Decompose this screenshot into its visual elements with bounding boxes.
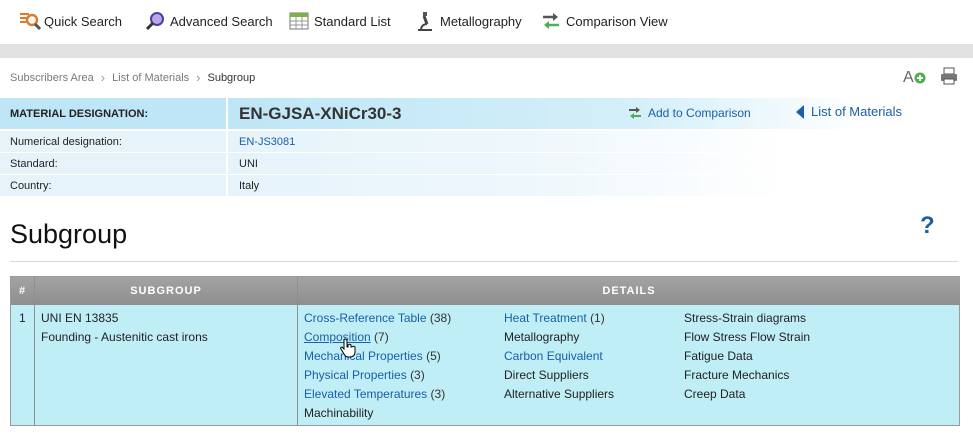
swap-arrows-icon bbox=[629, 107, 641, 119]
detail-item: Cross-Reference Table (38) bbox=[304, 309, 451, 328]
add-to-comparison-label: Add to Comparison bbox=[648, 106, 751, 120]
detail-item: Heat Treatment (1) bbox=[504, 309, 614, 328]
carbon-equivalent-link[interactable]: Carbon Equivalent bbox=[504, 349, 603, 363]
breadcrumb-current: Subgroup bbox=[207, 71, 256, 84]
designation-label: MATERIAL DESIGNATION: bbox=[0, 98, 226, 129]
hand-cursor-icon bbox=[340, 338, 356, 358]
physical-properties-link[interactable]: Physical Properties bbox=[304, 368, 407, 382]
subgroup-standard: UNI EN 13835 bbox=[41, 311, 119, 325]
page-title: Subgroup bbox=[10, 219, 128, 249]
stress-strain-text: Stress-Strain diagrams bbox=[684, 311, 807, 325]
comparison-view-label: Comparison View bbox=[566, 13, 668, 29]
subgroup-cell: UNI EN 13835 Founding - Austenitic cast … bbox=[41, 309, 208, 347]
column-divider bbox=[297, 277, 298, 425]
metallography-label: Metallography bbox=[440, 13, 522, 29]
detail-item: Machinability bbox=[304, 404, 451, 423]
add-to-comparison-button[interactable]: Add to Comparison bbox=[628, 106, 751, 120]
column-header-details: DETAILS bbox=[298, 277, 960, 305]
composition-link[interactable]: Composition bbox=[304, 330, 371, 344]
country-label: Country: bbox=[0, 175, 226, 196]
column-divider bbox=[34, 277, 35, 425]
standard-list-label: Standard List bbox=[314, 13, 391, 29]
detail-item: Carbon Equivalent bbox=[504, 347, 614, 366]
swap-arrows-icon bbox=[540, 10, 562, 32]
advanced-search-button[interactable]: Advanced Search bbox=[144, 8, 273, 34]
table-icon bbox=[288, 10, 310, 32]
alternative-suppliers-text: Alternative Suppliers bbox=[504, 387, 615, 401]
list-of-materials-link[interactable]: List of Materials bbox=[796, 104, 902, 119]
toolbar-divider bbox=[0, 44, 973, 58]
numerical-label: Numerical designation: bbox=[0, 131, 226, 152]
microscope-icon bbox=[414, 10, 436, 32]
count: (3) bbox=[430, 387, 446, 401]
detail-item: Physical Properties (3) bbox=[304, 366, 451, 385]
details-column-1: Cross-Reference Table (38) Composition (… bbox=[304, 309, 451, 423]
detail-item: Alternative Suppliers bbox=[504, 385, 614, 404]
back-arrow-icon bbox=[796, 104, 804, 119]
comparison-view-button[interactable]: Comparison View bbox=[540, 8, 668, 34]
mechanical-properties-link[interactable]: Mechanical Properties bbox=[304, 349, 423, 363]
detail-item: Direct Suppliers bbox=[504, 366, 614, 385]
detail-item: Mechanical Properties (5) bbox=[304, 347, 451, 366]
subgroup-table: # SUBGROUP DETAILS 1 UNI EN 13835 Foundi… bbox=[10, 276, 960, 426]
metallography-button[interactable]: Metallography bbox=[414, 8, 522, 34]
detail-item: Elevated Temperatures (3) bbox=[304, 385, 451, 404]
row-number: 1 bbox=[19, 311, 26, 325]
count: (7) bbox=[374, 330, 389, 344]
count: (1) bbox=[590, 311, 605, 325]
details-column-3: Stress-Strain diagrams Flow Stress Flow … bbox=[684, 309, 810, 404]
quick-search-icon bbox=[18, 10, 42, 32]
font-size-increase-icon[interactable]: A bbox=[903, 66, 926, 86]
country-row: Country: Italy bbox=[0, 175, 973, 196]
subgroup-description: Founding - Austenitic cast irons bbox=[41, 330, 208, 344]
machinability-text: Machinability bbox=[304, 406, 374, 420]
breadcrumb: Subscribers Area › List of Materials › S… bbox=[10, 70, 255, 85]
country-value: Italy bbox=[228, 175, 973, 196]
chevron-right-icon: › bbox=[196, 70, 201, 85]
metallography-text: Metallography bbox=[504, 330, 580, 344]
page-tools: A bbox=[903, 66, 961, 86]
fracture-mechanics-text: Fracture Mechanics bbox=[684, 368, 790, 382]
help-icon[interactable]: ? bbox=[920, 212, 935, 240]
detail-item: Metallography bbox=[504, 328, 614, 347]
heat-treatment-link[interactable]: Heat Treatment bbox=[504, 311, 587, 325]
count: (38) bbox=[429, 311, 452, 325]
elevated-temperatures-link[interactable]: Elevated Temperatures bbox=[304, 387, 427, 401]
main-toolbar: Quick Search Advanced Search Standard Li… bbox=[0, 0, 973, 44]
breadcrumb-subscribers-area[interactable]: Subscribers Area bbox=[10, 72, 94, 84]
detail-item: Composition (7) bbox=[304, 328, 451, 347]
list-of-materials-label: List of Materials bbox=[811, 104, 903, 119]
standard-row: Standard: UNI bbox=[0, 153, 973, 174]
svg-text:A: A bbox=[903, 69, 914, 86]
count: (5) bbox=[426, 349, 441, 363]
fatigue-data-text: Fatigue Data bbox=[684, 349, 753, 363]
advanced-search-label: Advanced Search bbox=[170, 13, 273, 29]
chevron-right-icon: › bbox=[100, 70, 106, 85]
count: (3) bbox=[410, 368, 425, 382]
quick-search-label: Quick Search bbox=[44, 13, 123, 29]
numerical-row: Numerical designation: EN-JS3081 bbox=[0, 131, 973, 152]
standard-value: UNI bbox=[228, 153, 973, 174]
flow-stress-text: Flow Stress Flow Strain bbox=[684, 330, 811, 344]
creep-data-text: Creep Data bbox=[684, 387, 746, 401]
standard-list-button[interactable]: Standard List bbox=[288, 8, 391, 34]
breadcrumb-list-of-materials[interactable]: List of Materials bbox=[112, 72, 189, 84]
standard-label: Standard: bbox=[0, 153, 226, 174]
advanced-search-icon bbox=[144, 10, 166, 32]
cross-reference-link[interactable]: Cross-Reference Table bbox=[304, 311, 427, 325]
details-column-2: Heat Treatment (1) Metallography Carbon … bbox=[504, 309, 614, 404]
divider bbox=[10, 261, 958, 262]
numerical-value[interactable]: EN-JS3081 bbox=[228, 131, 973, 152]
quick-search-button[interactable]: Quick Search bbox=[18, 8, 122, 34]
print-icon[interactable] bbox=[939, 66, 961, 86]
column-header-subgroup: SUBGROUP bbox=[35, 277, 297, 305]
column-header-number: # bbox=[11, 277, 34, 305]
direct-suppliers-text: Direct Suppliers bbox=[504, 368, 589, 382]
